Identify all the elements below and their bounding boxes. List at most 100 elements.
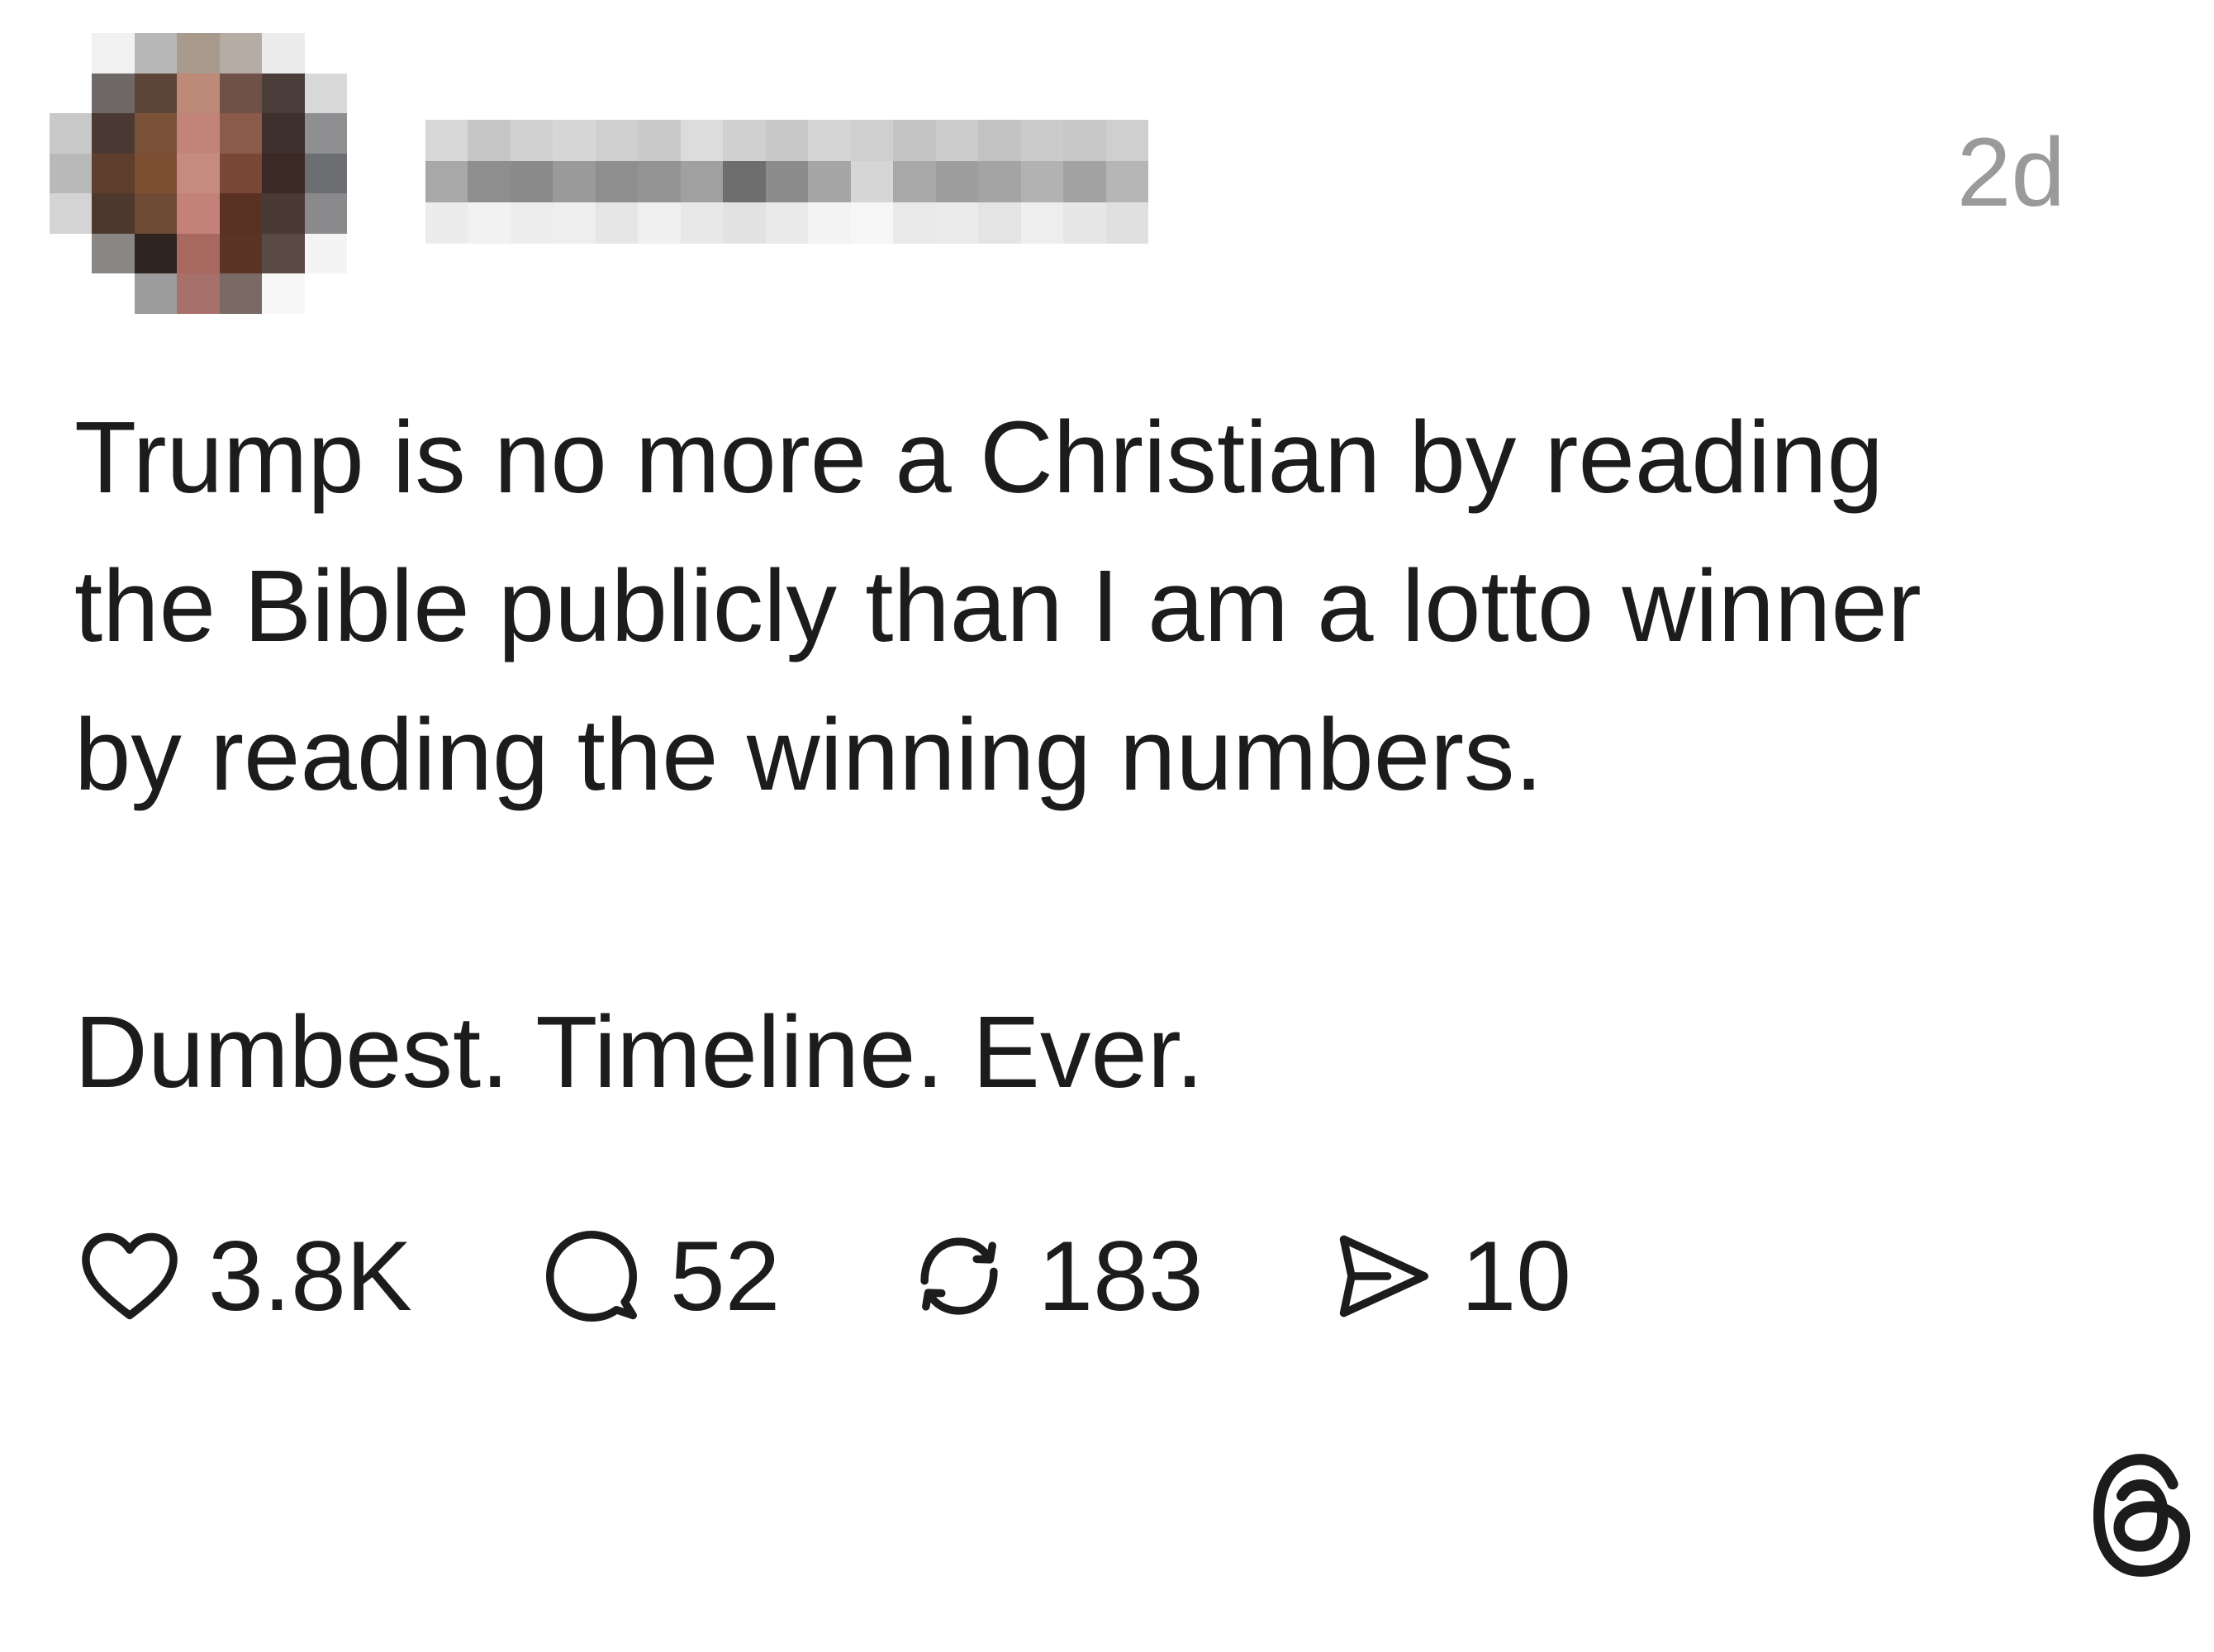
reply-count: 52 <box>669 1221 781 1332</box>
send-icon <box>1339 1235 1428 1317</box>
username-pixel <box>553 202 596 244</box>
username-pixel <box>1105 202 1148 244</box>
username-pixel <box>510 161 554 202</box>
avatar-pixel <box>177 73 220 114</box>
avatar-pixel <box>134 153 178 194</box>
username-pixel <box>425 120 468 161</box>
avatar-pixel <box>177 153 220 194</box>
avatar-pixel <box>219 233 263 274</box>
avatar-pixel <box>92 273 135 314</box>
username-pixel <box>425 202 468 244</box>
username-pixel <box>468 202 511 244</box>
avatar-pixel <box>50 233 93 274</box>
avatar-pixel <box>92 193 135 234</box>
username-pixel <box>680 161 724 202</box>
post-body-line: by reading the winning numbers. <box>74 699 1543 812</box>
avatar-pixel <box>219 113 263 154</box>
avatar-pixel <box>304 33 347 74</box>
repost-icon <box>920 1237 998 1315</box>
post-actions-bar: 3.8K 52 183 10 <box>74 1222 1695 1330</box>
avatar-pixel <box>262 153 305 194</box>
avatar-pixel <box>262 33 305 74</box>
username-pixel <box>765 120 809 161</box>
username-pixel <box>935 120 979 161</box>
avatar-pixel <box>304 113 347 154</box>
username-pixel <box>808 120 851 161</box>
repost-button[interactable]: 183 <box>904 1221 1204 1332</box>
post-timestamp[interactable]: 2d <box>1957 124 2065 221</box>
post-body-line: Dumbest. Timeline. Ever. <box>74 996 1204 1109</box>
username-pixel <box>1020 120 1064 161</box>
avatar-pixel <box>262 273 305 314</box>
post-body-line: the Bible publicly than I am a lotto win… <box>74 550 1922 663</box>
avatar-pixel <box>92 33 135 74</box>
share-button[interactable]: 10 <box>1328 1221 1571 1332</box>
avatar-pixel <box>304 73 347 114</box>
avatar-pixel <box>50 273 93 314</box>
avatar-pixel <box>177 273 220 314</box>
username-pixel <box>978 161 1021 202</box>
username-pixel <box>765 202 809 244</box>
username-pixel <box>1020 202 1064 244</box>
avatar-pixel <box>219 153 263 194</box>
threads-logo-icon <box>2093 1454 2191 1577</box>
username-pixel <box>723 161 766 202</box>
username-pixel <box>1063 120 1106 161</box>
username-pixel <box>1063 161 1106 202</box>
avatar-pixel <box>304 193 347 234</box>
username-pixel <box>510 120 554 161</box>
avatar-pixel <box>304 153 347 194</box>
avatar-pixel <box>304 233 347 274</box>
username-pixel <box>1105 161 1148 202</box>
username-pixel <box>1063 202 1106 244</box>
share-count: 10 <box>1461 1221 1572 1332</box>
avatar-pixel <box>304 273 347 314</box>
username-pixel <box>680 202 724 244</box>
username-pixel <box>893 161 936 202</box>
username-pixel <box>850 161 894 202</box>
avatar-pixel <box>262 193 305 234</box>
avatar-pixel <box>92 233 135 274</box>
repost-count: 183 <box>1038 1221 1204 1332</box>
like-button[interactable]: 3.8K <box>74 1221 412 1332</box>
avatar-pixel <box>219 73 263 114</box>
username-pixel <box>850 202 894 244</box>
threads-post-card: 2d Trump is no more a Christian by readi… <box>0 0 2214 1652</box>
post-body-line: Trump is no more a Christian by reading <box>74 401 1884 515</box>
avatar-pixel <box>92 153 135 194</box>
username-pixel <box>638 202 681 244</box>
username-pixel <box>723 120 766 161</box>
avatar-pixel <box>262 113 305 154</box>
username-pixel <box>808 161 851 202</box>
username-pixel <box>510 202 554 244</box>
username-pixel <box>1020 161 1064 202</box>
avatar-pixel <box>50 33 93 74</box>
username-pixel <box>935 161 979 202</box>
avatar-pixel <box>50 153 93 194</box>
avatar-pixel <box>50 193 93 234</box>
avatar-pixel <box>219 273 263 314</box>
username-pixel <box>808 202 851 244</box>
username-pixel <box>935 202 979 244</box>
avatar-pixel <box>177 113 220 154</box>
avatar-pixel <box>177 233 220 274</box>
username-blurred[interactable] <box>425 120 1148 244</box>
avatar[interactable] <box>50 33 347 314</box>
avatar-pixel <box>177 193 220 234</box>
avatar-pixel <box>219 193 263 234</box>
comment-bubble-icon <box>545 1231 637 1322</box>
username-pixel <box>595 161 639 202</box>
avatar-pixel <box>177 33 220 74</box>
username-pixel <box>553 161 596 202</box>
avatar-pixel <box>134 33 178 74</box>
username-pixel <box>595 120 639 161</box>
avatar-pixel <box>134 113 178 154</box>
username-pixel <box>978 120 1021 161</box>
avatar-pixel <box>50 113 93 154</box>
avatar-pixel <box>92 73 135 114</box>
username-pixel <box>638 161 681 202</box>
reply-button[interactable]: 52 <box>536 1221 780 1332</box>
username-pixel <box>425 161 468 202</box>
avatar-pixel <box>134 193 178 234</box>
